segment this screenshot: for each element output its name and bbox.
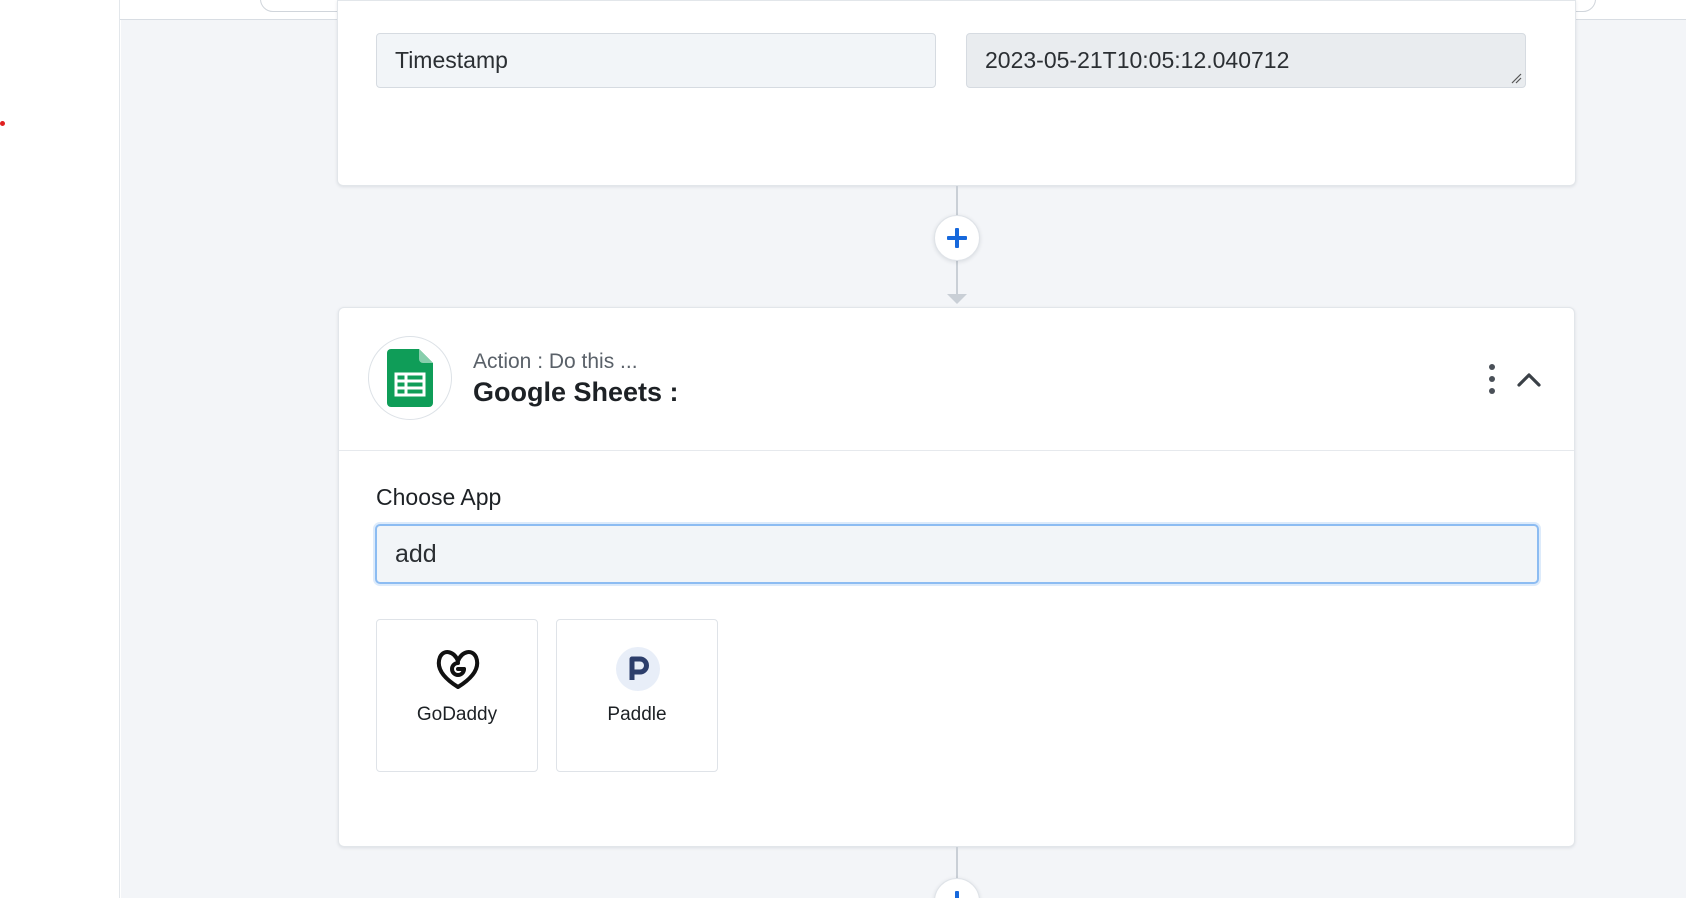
field-key-text: Timestamp: [395, 47, 508, 73]
resize-grip-icon[interactable]: [1510, 72, 1522, 84]
kebab-dot: [1489, 364, 1495, 370]
godaddy-icon: [433, 644, 483, 694]
plus-icon: [947, 228, 967, 248]
app-tile-label: Paddle: [607, 704, 667, 725]
add-step-button[interactable]: [934, 215, 980, 261]
notification-dot: [0, 121, 5, 126]
action-subtitle: Action : Do this ...: [473, 350, 638, 373]
field-key-input[interactable]: Timestamp: [376, 33, 936, 88]
connector-arrow-icon: [947, 294, 967, 304]
action-title: Google Sheets :: [473, 377, 679, 407]
google-sheets-icon: [387, 349, 433, 407]
app-tile-label: GoDaddy: [416, 704, 498, 725]
app-tile-godaddy[interactable]: GoDaddy: [376, 619, 538, 772]
app-search-input[interactable]: [375, 524, 1539, 584]
paddle-icon: [613, 644, 663, 694]
field-value-textarea[interactable]: 2023-05-21T10:05:12.040712: [966, 33, 1526, 88]
choose-app-label: Choose App: [376, 484, 502, 510]
kebab-dot: [1489, 388, 1495, 394]
more-options-icon[interactable]: [1482, 364, 1502, 394]
app-tile-paddle[interactable]: Paddle: [556, 619, 718, 772]
kebab-dot: [1489, 376, 1495, 382]
card-divider: [339, 450, 1574, 451]
field-value-text: 2023-05-21T10:05:12.040712: [985, 47, 1290, 73]
plus-icon: [955, 891, 959, 898]
app-badge: [368, 336, 452, 420]
trigger-card: [337, 0, 1576, 186]
left-rail: [0, 0, 120, 898]
chevron-up-icon[interactable]: [1514, 366, 1544, 392]
